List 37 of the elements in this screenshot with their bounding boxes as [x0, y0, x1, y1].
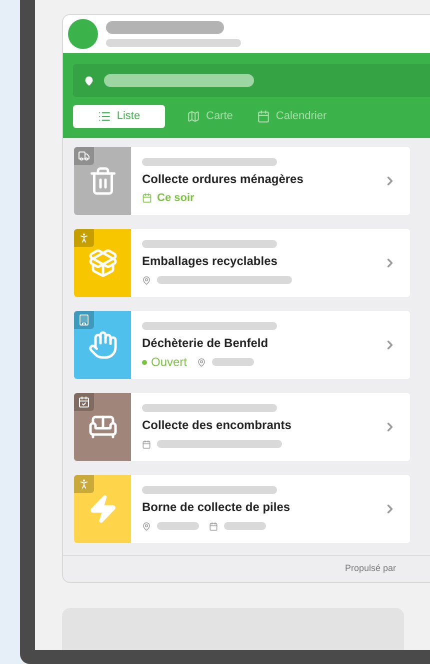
location-icon	[197, 358, 206, 366]
location-icon	[84, 76, 94, 86]
location-icon	[142, 276, 151, 284]
truck-icon	[78, 150, 90, 162]
avatar	[68, 19, 98, 49]
hand-icon	[88, 330, 118, 360]
calendar-icon	[142, 193, 152, 203]
person-icon	[78, 478, 90, 490]
item-title: Borne de collecte de piles	[142, 498, 292, 516]
search-field[interactable]	[73, 64, 430, 97]
lightning-icon	[88, 494, 118, 524]
placeholder-bar	[224, 522, 266, 530]
list-item[interactable]: Emballages recyclables	[74, 229, 410, 297]
item-title: Collecte des encombrants	[142, 416, 292, 434]
list-item[interactable]: Collecte des encombrants	[74, 393, 410, 461]
list-item[interactable]: Collecte ordures ménagères Ce soir	[74, 147, 410, 215]
item-title: Collecte ordures ménagères	[142, 170, 304, 188]
person-icon	[78, 232, 90, 244]
calendar-icon	[256, 110, 270, 123]
calendar-icon	[142, 440, 151, 448]
trash-icon	[88, 166, 118, 196]
placeholder-bar	[157, 522, 199, 530]
item-title: Déchèterie de Benfeld	[142, 334, 270, 352]
list-item[interactable]: Borne de collecte de piles	[74, 475, 410, 543]
box-icon	[88, 248, 118, 278]
map-icon	[187, 110, 200, 123]
footer-text: Propulsé par	[344, 562, 396, 576]
status-text: Ouvert	[151, 354, 188, 371]
list-icon	[98, 110, 111, 123]
calendar-icon	[78, 396, 90, 408]
calendar-icon	[209, 522, 218, 530]
date-text: Ce soir	[157, 190, 194, 206]
item-title: Emballages recyclables	[142, 252, 278, 270]
placeholder-bar	[212, 358, 254, 366]
building-icon	[78, 314, 90, 326]
list-item[interactable]: Déchèterie de Benfeld Ouvert	[74, 311, 410, 379]
location-icon	[142, 522, 151, 530]
